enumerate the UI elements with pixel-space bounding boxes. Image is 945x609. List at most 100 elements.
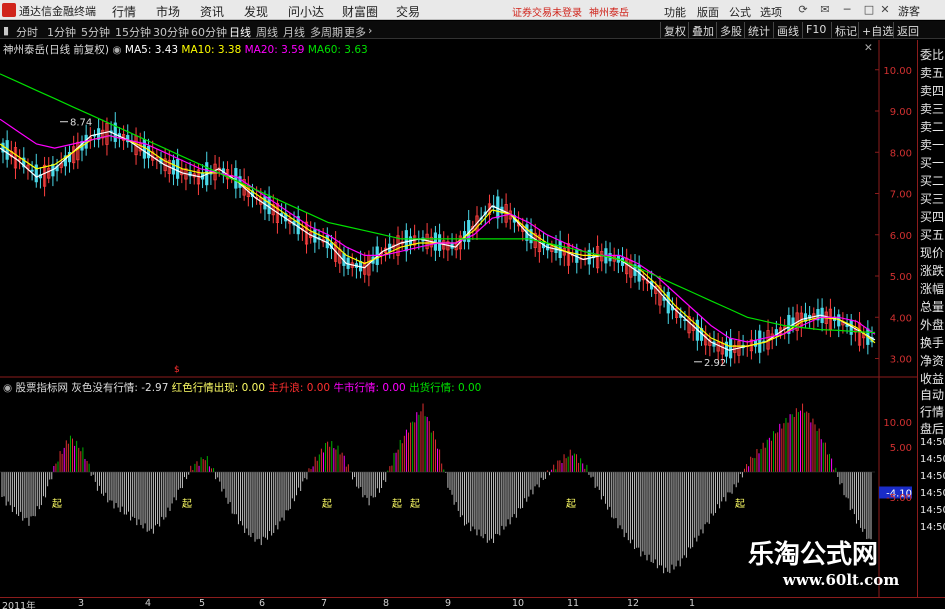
price-axis-label: 5.00: [890, 272, 912, 283]
marker-s: $: [174, 365, 180, 375]
right-panel-label: 买三: [920, 192, 945, 206]
right-panel-label: 收益: [920, 372, 945, 386]
high-label: 8.74: [70, 118, 92, 129]
period-intraday[interactable]: 分时: [16, 24, 38, 40]
right-panel-label: 盘后: [920, 422, 945, 436]
date-axis-label: 6: [259, 598, 266, 609]
refresh-icon[interactable]: ⟳: [795, 2, 811, 18]
message-icon[interactable]: ✉: [817, 2, 833, 18]
ma10-label: MA10: 3.38: [181, 44, 242, 56]
ma20-label: MA20: 3.59: [244, 44, 305, 56]
date-axis-label: 5: [199, 598, 206, 609]
candle-body: [30, 169, 34, 172]
tool-add-favorite[interactable]: +自选: [858, 22, 896, 38]
low-label: 2.92: [704, 358, 726, 369]
menu-discover[interactable]: 发现: [244, 3, 268, 20]
right-quote-panel: 委比 卖五 卖四 卖三 卖二 卖一 买一 买二 买三 买四 买五 现价 涨跌 涨幅 总量 外盘 换手 净资 收益 自动…: [917, 40, 945, 600]
menu-function[interactable]: 功能: [664, 4, 686, 20]
menu-layout[interactable]: 版面: [697, 4, 719, 20]
period-multi[interactable]: 多周期: [310, 24, 343, 40]
current-stock-name: 神州泰岳: [589, 8, 629, 19]
right-panel-label: 现价: [920, 246, 945, 260]
title-bar: 通达信金融终端 行情 市场 资讯 发现 问小达 财富圈 交易 证券交易未登录 神…: [0, 0, 945, 20]
date-axis-label: 2011年: [2, 601, 36, 609]
menu-trade[interactable]: 交易: [396, 3, 420, 20]
indicator-name: 股票指标网: [15, 382, 69, 394]
indicator-axis-label: 5.00: [890, 443, 912, 454]
candle-body: [146, 145, 151, 159]
period-30min[interactable]: 30分钟: [153, 24, 189, 40]
right-panel-label: 14:50: [920, 488, 945, 499]
price-axis-label: 3.00: [890, 355, 912, 366]
tool-statistics[interactable]: 统计: [744, 22, 773, 38]
menu-market[interactable]: 市场: [156, 3, 180, 20]
indicator-axis-label: 10.00: [883, 418, 912, 429]
indicator-main-up: 主升浪: 0.00: [268, 382, 331, 394]
login-notice[interactable]: 证券交易未登录: [512, 4, 582, 19]
ma5-label: MA5: 3.43: [124, 44, 179, 56]
period-monthly[interactable]: 月线: [283, 24, 305, 40]
period-more[interactable]: 更多: [344, 24, 366, 40]
candle-body: [729, 338, 733, 359]
indicator-settings-icon[interactable]: ◉: [3, 382, 12, 394]
signal-start-label: 起: [52, 498, 62, 510]
date-axis-label: 9: [445, 598, 452, 609]
watermark-title: 乐淘公式网: [748, 540, 879, 570]
period-daily[interactable]: 日线: [229, 24, 251, 40]
period-lock-icon[interactable]: ▮: [3, 24, 9, 37]
watermark-url: www.60lt.com: [783, 571, 900, 589]
period-60min[interactable]: 60分钟: [191, 24, 227, 40]
candle-body: [404, 230, 408, 252]
chart-close-icon[interactable]: ✕: [864, 42, 873, 54]
close-icon[interactable]: ✕: [877, 2, 893, 18]
indicator-gray: 灰色没有行情: -2.97: [71, 382, 169, 394]
date-axis-label: 1: [689, 598, 696, 609]
right-panel-label: 14:50: [920, 437, 945, 448]
right-panel-label: 卖二: [920, 120, 945, 134]
candle-body: [433, 232, 438, 251]
period-weekly[interactable]: 周线: [256, 24, 278, 40]
period-toolbar: ▮ 分时 1分钟 5分钟 15分钟 30分钟 60分钟 日线 周线 月线 多周期…: [0, 21, 945, 39]
candle-body: [176, 159, 180, 179]
right-panel-label: 买四: [920, 210, 945, 224]
app-logo-icon: [2, 3, 16, 17]
menu-news[interactable]: 资讯: [200, 3, 224, 20]
price-axis-label: 10.00: [883, 66, 912, 77]
date-axis-label: 11: [567, 598, 580, 609]
candle-body: [234, 168, 238, 189]
tool-f10[interactable]: F10: [802, 22, 829, 38]
maximize-icon[interactable]: □: [861, 2, 877, 18]
more-arrow-icon[interactable]: ›: [368, 24, 372, 37]
right-panel-label: 买二: [920, 174, 945, 188]
candle-body: [758, 330, 762, 353]
indicator-legend: ◉ 股票指标网 灰色没有行情: -2.97 红色行情出现: 0.00 主升浪: …: [3, 380, 481, 395]
right-panel-label: 卖一: [920, 138, 945, 152]
tool-draw-line[interactable]: 画线: [773, 22, 802, 38]
right-panel-label: 卖四: [920, 84, 945, 98]
right-panel-label: 14:50: [920, 505, 945, 516]
period-5min[interactable]: 5分钟: [81, 24, 110, 40]
menu-wealth[interactable]: 财富圈: [342, 3, 378, 20]
right-panel-label[interactable]: 自动: [920, 386, 944, 403]
guest-user[interactable]: 游客: [898, 3, 920, 19]
tool-back[interactable]: 返回: [893, 22, 922, 38]
menu-formula[interactable]: 公式: [729, 4, 751, 20]
tool-multi-stock[interactable]: 多股: [716, 22, 745, 38]
right-panel-label: 委比: [920, 48, 945, 62]
right-panel-label: 14:50: [920, 522, 945, 533]
menu-quotes[interactable]: 行情: [112, 3, 136, 20]
right-panel-label: 买一: [920, 156, 945, 170]
tool-restore-right[interactable]: 复权: [660, 22, 689, 38]
period-1min[interactable]: 1分钟: [47, 24, 76, 40]
menu-xiaoda[interactable]: 问小达: [288, 3, 324, 20]
minimize-icon[interactable]: ─: [839, 2, 855, 18]
kline-chart[interactable]: 10.00 9.00 8.00 7.00 6.00 5.00 4.00 3.00 10.00 5…: [0, 40, 917, 597]
tool-overlay[interactable]: 叠加: [688, 22, 717, 38]
menu-options[interactable]: 选项: [760, 4, 782, 20]
period-15min[interactable]: 15分钟: [115, 24, 151, 40]
date-axis-label: 7: [321, 598, 328, 609]
right-panel-label: 卖五: [920, 66, 945, 80]
legend-settings-icon[interactable]: ◉: [112, 44, 121, 56]
right-panel-label: 卖三: [920, 102, 945, 116]
tool-mark[interactable]: 标记: [831, 22, 860, 38]
